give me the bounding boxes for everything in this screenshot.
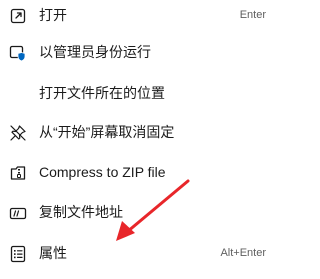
menu-item-unpin-from-start[interactable]: 从“开始”屏幕取消固定 [0, 117, 274, 147]
zip-icon [9, 164, 27, 182]
shortcut-hint: Alt+Enter [220, 247, 266, 259]
properties-icon [9, 245, 27, 263]
menu-item-label: 打开文件所在的位置 [39, 85, 165, 101]
menu-item-label: Compress to ZIP file [39, 164, 166, 180]
menu-item-open-file-location[interactable]: 打开文件所在的位置 [0, 78, 274, 108]
menu-item-label: 属性 [39, 245, 67, 261]
menu-item-label: 从“开始”屏幕取消固定 [39, 124, 175, 140]
context-menu: 打开 Enter 以管理员身份运行 打开文件所在的位置 从“开始”屏幕取消固定 [0, 0, 274, 279]
menu-item-open[interactable]: 打开 Enter [0, 0, 274, 30]
menu-item-run-as-admin[interactable]: 以管理员身份运行 [0, 37, 274, 67]
menu-item-label: 以管理员身份运行 [39, 44, 151, 60]
menu-item-compress-zip[interactable]: Compress to ZIP file [0, 157, 274, 187]
menu-item-properties[interactable]: 属性 Alt+Enter [0, 238, 274, 268]
shortcut-hint: Enter [239, 9, 266, 21]
menu-item-label: 复制文件地址 [39, 204, 123, 220]
copy-path-icon [9, 204, 27, 222]
shield-icon [9, 44, 27, 62]
unpin-icon [9, 124, 27, 142]
open-icon [9, 7, 27, 25]
menu-item-copy-as-path[interactable]: 复制文件地址 [0, 197, 274, 227]
menu-item-label: 打开 [39, 7, 67, 23]
